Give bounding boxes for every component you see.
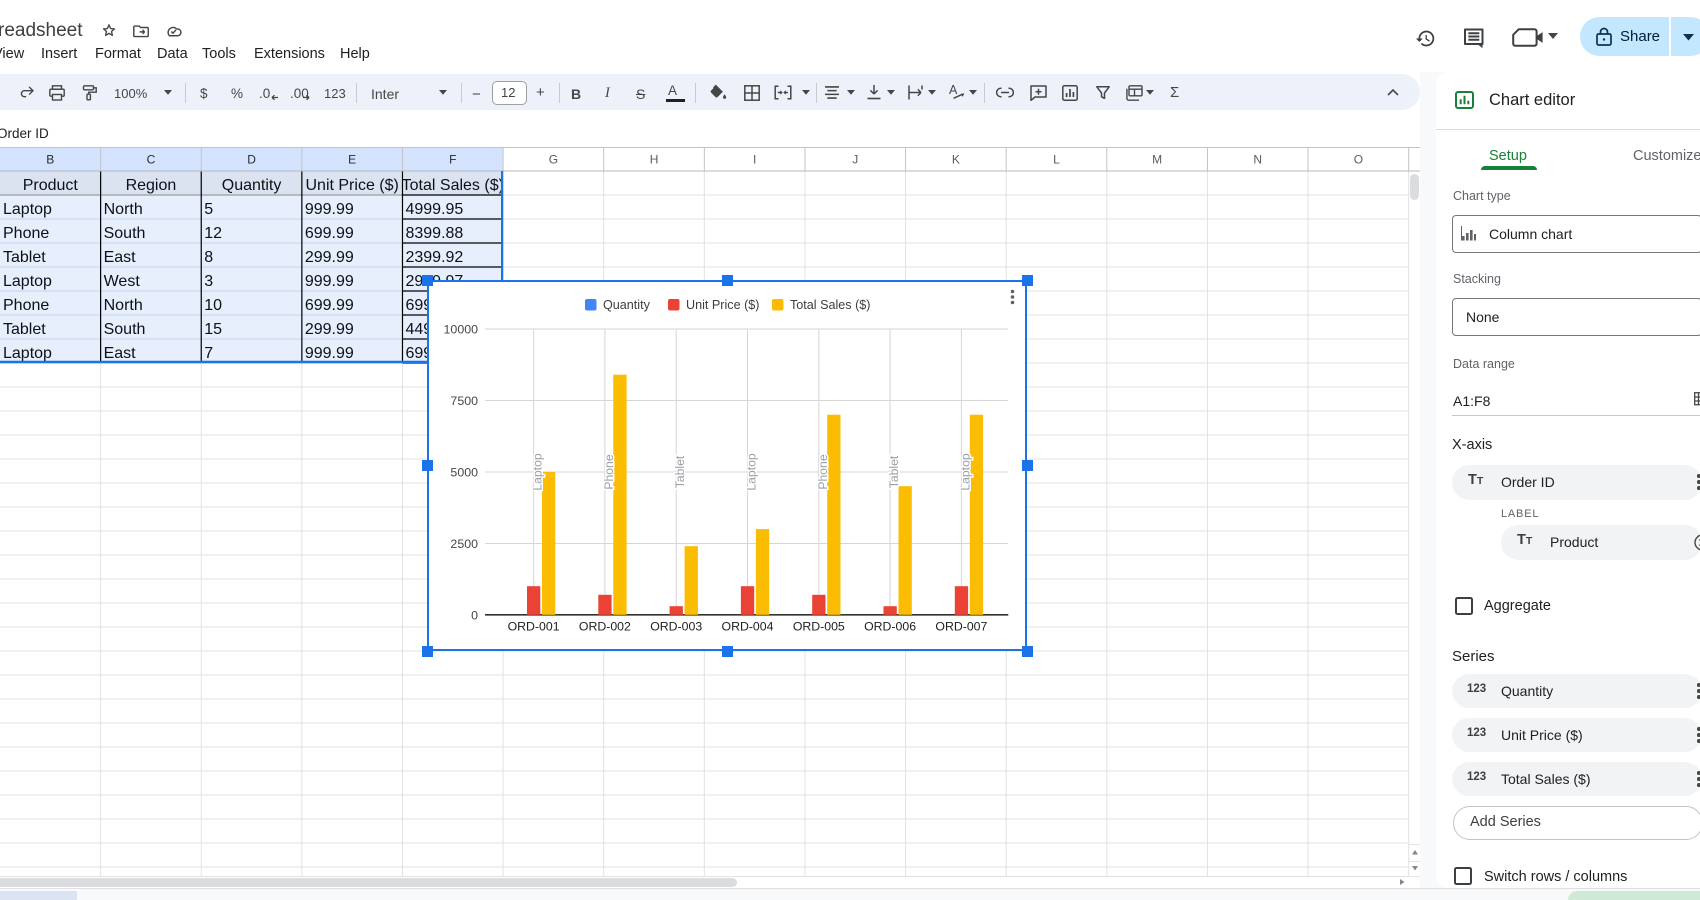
svg-text:Quantity: Quantity [222, 177, 282, 194]
svg-text:299.99: 299.99 [305, 321, 354, 338]
svg-text:Phone: Phone [816, 454, 830, 489]
svg-text:999.99: 999.99 [305, 273, 354, 290]
svg-text:ORD-003: ORD-003 [650, 620, 702, 634]
svg-text:ORD-005: ORD-005 [793, 620, 845, 634]
svg-text:7500: 7500 [450, 394, 478, 408]
svg-text:Tablet: Tablet [887, 455, 901, 488]
svg-text:Laptop: Laptop [3, 273, 52, 290]
svg-text:A: A [949, 83, 958, 97]
svg-text:D: D [247, 153, 256, 167]
svg-text:2500: 2500 [450, 537, 478, 551]
svg-text:Product: Product [23, 177, 79, 194]
svg-text:4999.95: 4999.95 [405, 201, 463, 218]
svg-text:8: 8 [204, 249, 213, 266]
svg-text:Total Sales ($): Total Sales ($) [790, 298, 871, 312]
svg-text:3: 3 [204, 273, 213, 290]
svg-text:Phone: Phone [3, 297, 49, 314]
svg-text:G: G [549, 153, 558, 167]
svg-text:5000: 5000 [450, 465, 478, 479]
svg-text:Phone: Phone [602, 454, 616, 489]
svg-text:Region: Region [126, 177, 177, 194]
svg-text:Laptop: Laptop [3, 345, 52, 362]
svg-text:10000: 10000 [444, 322, 479, 336]
svg-text:B: B [46, 153, 54, 167]
svg-text:12: 12 [204, 225, 222, 242]
svg-text:Laptop: Laptop [531, 453, 545, 490]
svg-text:Tablet: Tablet [3, 321, 46, 338]
svg-text:8399.88: 8399.88 [405, 225, 463, 242]
svg-text:West: West [104, 273, 141, 290]
svg-text:ORD-002: ORD-002 [579, 620, 631, 634]
svg-text:North: North [104, 297, 143, 314]
svg-text:10: 10 [204, 297, 222, 314]
svg-text:N: N [1253, 153, 1262, 167]
svg-text:F: F [449, 153, 456, 167]
svg-text:East: East [104, 345, 137, 362]
svg-text:North: North [104, 201, 143, 218]
svg-text:ORD-004: ORD-004 [722, 620, 774, 634]
svg-text:South: South [104, 321, 146, 338]
svg-text:0: 0 [471, 608, 478, 622]
svg-text:Unit Price ($): Unit Price ($) [305, 177, 398, 194]
svg-text:L: L [1053, 153, 1060, 167]
svg-text:Total Sales ($): Total Sales ($) [402, 177, 504, 194]
svg-text:Tablet: Tablet [3, 249, 46, 266]
svg-text:K: K [952, 153, 960, 167]
svg-text:J: J [852, 153, 858, 167]
svg-text:7: 7 [204, 345, 213, 362]
svg-text:15: 15 [204, 321, 222, 338]
svg-text:C: C [147, 153, 156, 167]
svg-text:Tablet: Tablet [673, 455, 687, 488]
svg-text:I: I [753, 153, 756, 167]
svg-text:O: O [1354, 153, 1363, 167]
svg-text:ORD-006: ORD-006 [864, 620, 916, 634]
svg-text:299.99: 299.99 [305, 249, 354, 266]
svg-text:ORD-007: ORD-007 [935, 620, 987, 634]
svg-text:5: 5 [204, 201, 213, 218]
svg-text:East: East [104, 249, 137, 266]
svg-text:Laptop: Laptop [958, 453, 972, 490]
svg-text:Laptop: Laptop [3, 201, 52, 218]
svg-text:H: H [650, 153, 659, 167]
svg-text:Laptop: Laptop [745, 453, 759, 490]
svg-text:699.99: 699.99 [305, 297, 354, 314]
svg-text:999.99: 999.99 [305, 201, 354, 218]
svg-text:Quantity: Quantity [603, 298, 651, 312]
svg-text:ORD-001: ORD-001 [508, 620, 560, 634]
svg-text:South: South [104, 225, 146, 242]
svg-text:699.99: 699.99 [305, 225, 354, 242]
svg-text:E: E [348, 153, 356, 167]
svg-text:M: M [1152, 153, 1162, 167]
svg-text:Phone: Phone [3, 225, 49, 242]
svg-text:Unit Price ($): Unit Price ($) [686, 298, 759, 312]
svg-text:999.99: 999.99 [305, 345, 354, 362]
svg-text:2399.92: 2399.92 [405, 249, 463, 266]
